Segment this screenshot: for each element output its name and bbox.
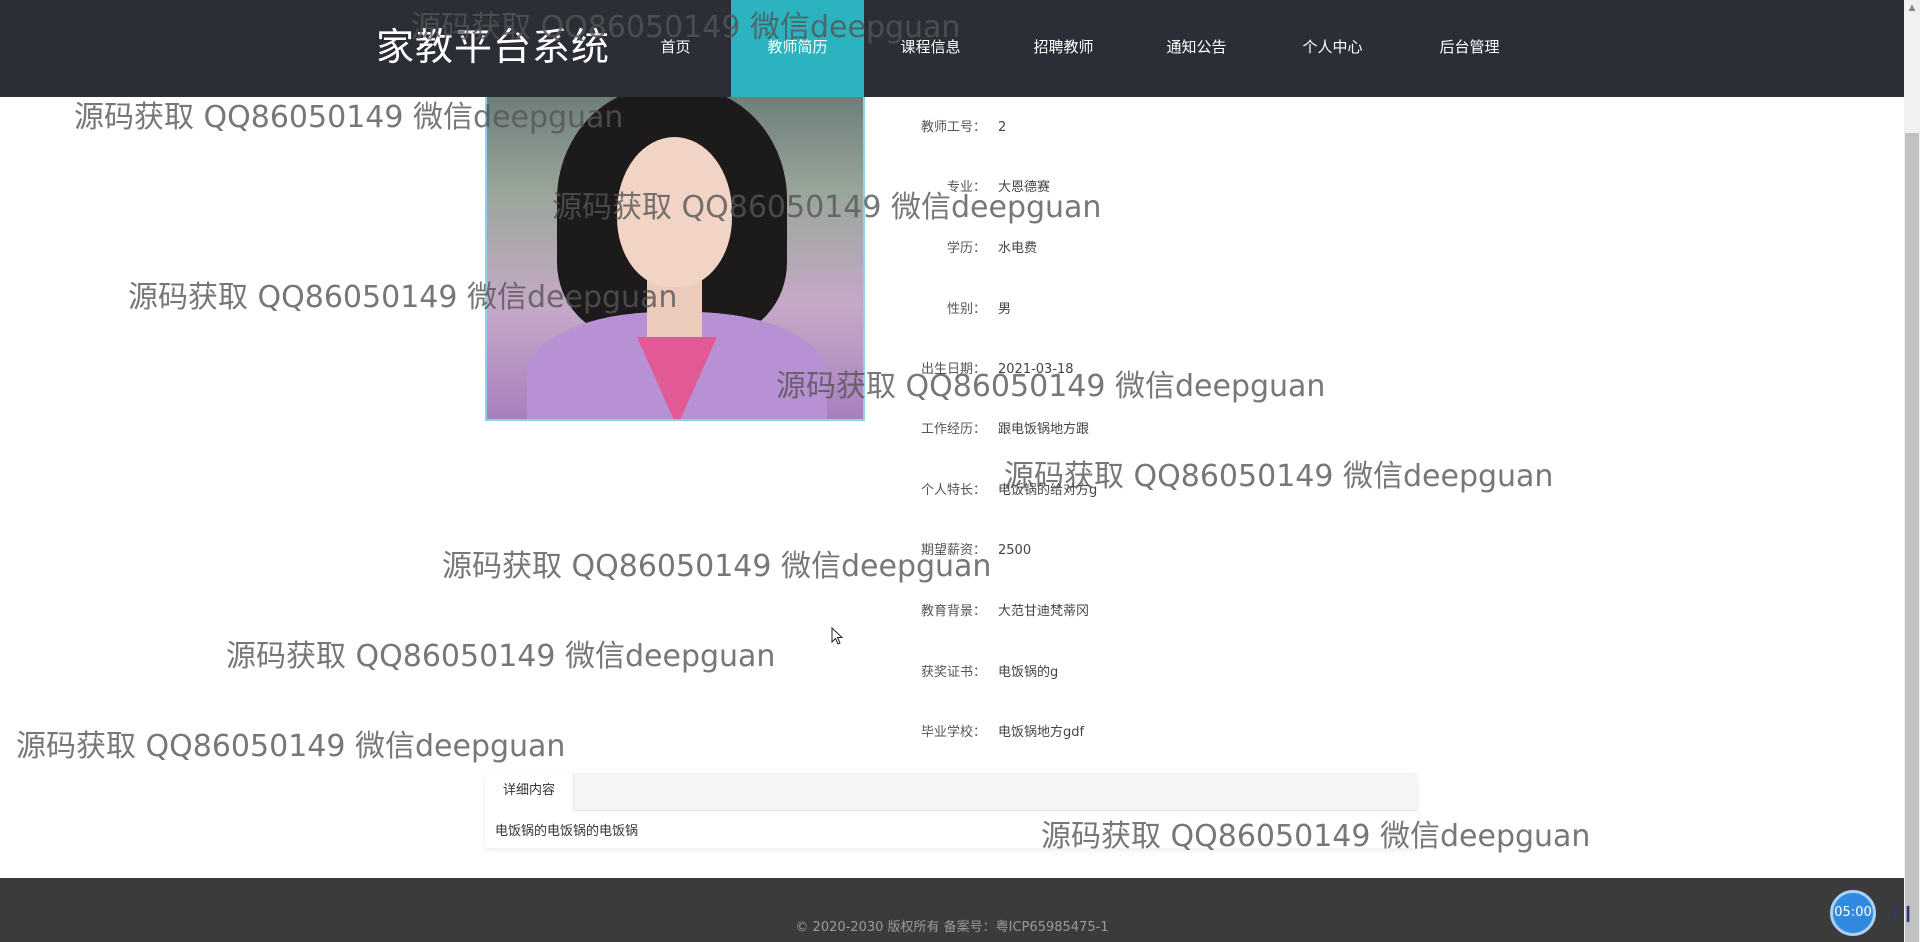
recording-timer[interactable]: 05:00	[1830, 890, 1876, 936]
detail-panel: 详细内容 电饭锅的电饭锅的电饭锅	[485, 773, 1417, 848]
field-value: 2	[998, 120, 1007, 135]
field-value: 2021-03-18	[998, 362, 1074, 377]
field-label: 工作经历：	[920, 422, 986, 437]
field-label: 专业：	[946, 180, 986, 195]
copyright-text: © 2020-2030 版权所有 备案号：粤ICP65985475-1	[795, 920, 1109, 935]
top-header: 家教平台系统 首页 教师简历 课程信息 招聘教师 通知公告 个人中心 后台管理	[0, 0, 1904, 97]
scrollbar-thumb[interactable]	[1905, 133, 1919, 942]
field-value: 大范甘迪梵蒂冈	[998, 604, 1090, 619]
tab-detail-content[interactable]: 详细内容	[485, 773, 574, 811]
watermark-text: 源码获取 QQ86050149 微信deepguan	[226, 639, 776, 674]
field-value: 大恩德赛	[998, 180, 1051, 195]
nav-item-teacher-resume[interactable]: 教师简历	[731, 0, 864, 97]
field-label: 期望薪资：	[920, 543, 986, 558]
field-label: 教师工号：	[920, 120, 986, 135]
site-title[interactable]: 家教平台系统	[376, 24, 610, 70]
scroll-up-arrow-icon[interactable]: ▲	[1904, 0, 1920, 16]
teacher-photo	[485, 97, 865, 421]
nav-item-course-info[interactable]: 课程信息	[864, 0, 997, 97]
field-value: 男	[998, 302, 1012, 317]
field-label: 个人特长：	[920, 483, 986, 498]
field-label: 获奖证书：	[920, 665, 986, 680]
field-value: 跟电饭锅地方跟	[998, 422, 1090, 437]
nav-item-recruit-teacher[interactable]: 招聘教师	[997, 0, 1130, 97]
photo-face	[617, 137, 732, 287]
field-label: 出生日期：	[920, 362, 986, 377]
nav-item-home[interactable]: 首页	[609, 0, 742, 97]
field-label: 性别：	[946, 302, 986, 317]
field-label: 毕业学校：	[920, 725, 986, 740]
mouse-cursor-icon	[831, 627, 843, 645]
field-label: 教育背景：	[920, 604, 986, 619]
detail-content-text: 电饭锅的电饭锅的电饭锅	[495, 824, 639, 839]
pause-icon[interactable]: ❙❙	[1888, 903, 1915, 922]
nav-item-personal-center[interactable]: 个人中心	[1266, 0, 1399, 97]
page-footer: © 2020-2030 版权所有 备案号：粤ICP65985475-1	[0, 878, 1904, 942]
field-value: 电饭锅的给对方g	[998, 483, 1098, 498]
field-value: 电饭锅的g	[998, 665, 1059, 680]
nav-item-admin[interactable]: 后台管理	[1403, 0, 1536, 97]
watermark-text: 源码获取 QQ86050149 微信deepguan	[16, 729, 566, 764]
field-value: 水电费	[998, 241, 1038, 256]
field-label: 学历：	[946, 241, 986, 256]
field-value: 2500	[998, 543, 1032, 558]
detail-tab-bar: 详细内容	[485, 773, 1417, 811]
nav-item-notice[interactable]: 通知公告	[1130, 0, 1263, 97]
field-value: 电饭锅地方gdf	[998, 725, 1085, 740]
